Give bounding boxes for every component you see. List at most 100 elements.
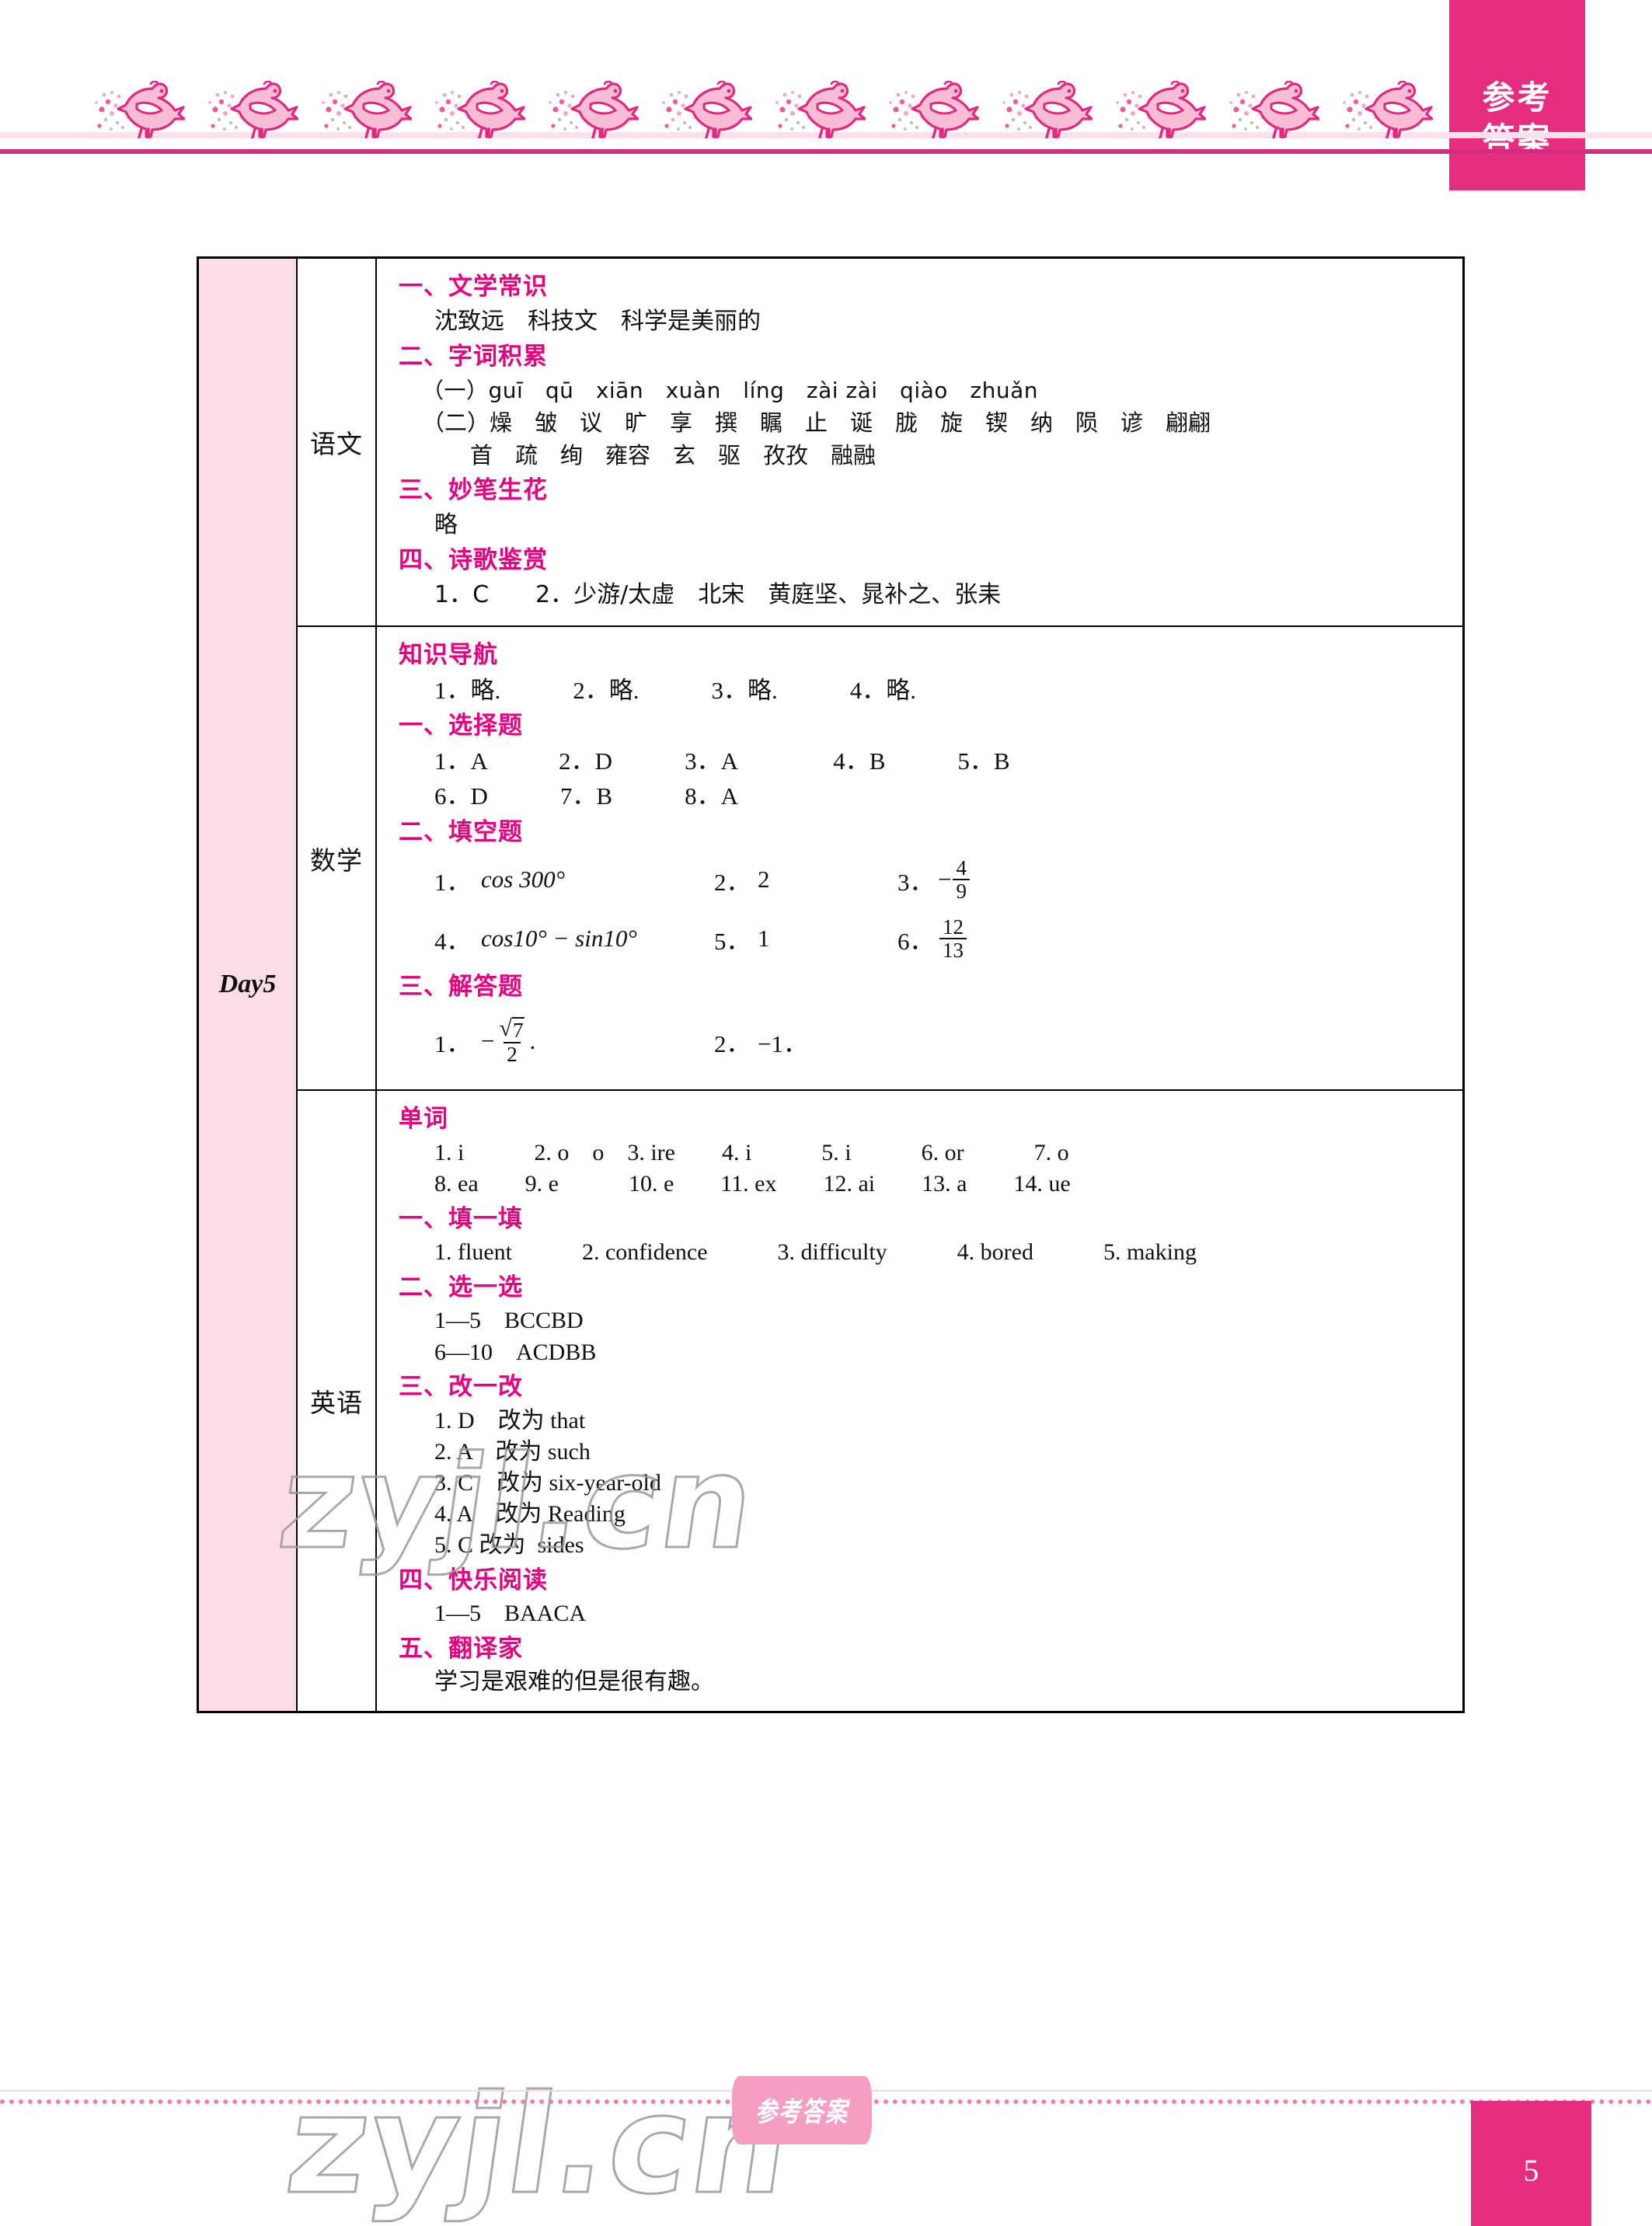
math-section-3-heading: 三、解答题 [399,973,523,1002]
bird-icon [93,61,207,138]
chinese-section-2-heading: 二、字词积累 [399,342,548,371]
footer-badge-label: 参考答案 [755,2095,849,2128]
chinese-pinyin-row: （一）guī qū xiān xuàn líng zài zài qiào zh… [399,375,1450,406]
fill-q3-label: 3． [897,868,934,896]
chinese-section-3-heading: 三、妙笔生花 [399,476,548,505]
reference-answer-tab: 参考 答案 [1449,0,1585,190]
math-fill-row-1: 1． cos 300° 2． 2 3． − 4 9 [399,850,1450,909]
math-nav-answer: 1．略. 2．略. 3．略. 4．略. [434,676,916,704]
bird-icon [434,61,547,138]
chinese-section-3-answer: 略 [434,510,458,538]
chinese-answers-cell: 一、文学常识 沈致远 科技文 科学是美丽的 二、字词积累 （一）guī qū x… [375,256,1465,627]
math-section-1-heading: 一、选择题 [399,711,523,740]
fill-q6-label: 6． [897,927,934,955]
fill-q4-value: cos10° − sin10° [481,925,637,953]
english-words-heading: 单词 [399,1105,448,1134]
table-row-english: 英语 单词 1. i 2. o o 3. ire 4. i 5. i 6. or… [198,1089,1465,1713]
english-section-5-answer: 学习是艰难的但是很有趣。 [434,1669,714,1695]
bird-icon [774,61,887,138]
solve-q2-label: 2． [714,1029,751,1057]
bird-icon [1228,61,1341,138]
english-correction-row: 5. C 改为 sides [434,1532,584,1559]
english-answers-cell: 单词 1. i 2. o o 3. ire 4. i 5. i 6. or 7.… [375,1089,1465,1713]
bird-pattern [93,61,1461,138]
fill-q2-label: 2． [714,868,751,896]
solve-q1-period: . [529,1027,536,1055]
radicand: 7 [511,1016,525,1042]
fraction-numerator: √ 7 [496,1015,528,1043]
english-section-4-answer: 1—5 BAACA [434,1601,587,1627]
fill-q1-label: 1． [434,868,471,896]
footer-badge: 参考答案 [732,2076,872,2144]
header-decorative-band [0,81,1652,160]
fill-q5-label: 5． [714,927,751,955]
fill-q3-value: − 4 9 [938,857,971,903]
table-row-math: 数学 知识导航 1．略. 2．略. 3．略. 4．略. 一、选择题 1．A 2．… [198,625,1465,1092]
english-section-5-heading: 五、翻译家 [399,1634,523,1663]
english-section-1-answer: 1. fluent 2. confidence 3. difficulty 4.… [434,1239,1197,1266]
solve-q2-value: −1． [758,1029,807,1057]
english-correction-row: 3. C 改为 six-year-old [434,1469,661,1496]
solve-q1-label: 1． [434,1029,471,1057]
math-fill-row-2: 4． cos10° − sin10° 5． 1 6． 12 13 [399,909,1450,968]
subject-cell-chinese: 语文 [296,256,377,627]
math-choice-row-1: 1．A 2．D 3．A 4．B 5．B [434,747,1010,775]
bird-icon [207,61,320,138]
fill-q4-label: 4． [434,927,471,955]
english-correction-row: 2. A 改为 such [434,1438,591,1465]
table-row-chinese: Day5 语文 一、文学常识 沈致远 科技文 科学是美丽的 二、字词积累 （一）… [197,256,1465,1713]
math-answers-cell: 知识导航 1．略. 2．略. 3．略. 4．略. 一、选择题 1．A 2．D 3… [375,625,1465,1092]
bird-icon [1001,61,1114,138]
fraction-denominator: 2 [504,1042,521,1066]
english-correction-row: 1. D 改为 that [434,1407,586,1433]
fraction-denominator: 13 [939,938,967,962]
solve-q1-value: − √ 7 2 . [481,1015,714,1066]
bird-icon [887,61,1001,138]
page-number: 5 [1523,2153,1539,2188]
day-cell: Day5 [197,256,298,1713]
fraction-numerator: 4 [956,856,967,880]
english-section-2-heading: 二、选一选 [399,1273,523,1301]
english-section-2-row-1: 1—5 BCCBD [434,1308,584,1334]
fill-q6-value: 12 13 [938,916,968,962]
english-words-row-1: 1. i 2. o o 3. ire 4. i 5. i 6. or 7. o [434,1140,1069,1166]
fraction-12-over-13: 12 13 [939,916,967,962]
header-rule-magenta [0,149,1652,154]
subject-cell-math: 数学 [296,625,377,1092]
chinese-hanzi-row-1: （二）燥 皱 议 旷 享 撰 瞩 止 诞 胧 旋 锲 纳 陨 谚 翩翩 [399,407,1450,439]
math-section-2-heading: 二、填空题 [399,817,523,846]
english-section-1-heading: 一、填一填 [399,1204,523,1233]
solve-q1-sign: − [481,1027,495,1055]
math-solve-row-1: 1． − √ 7 2 . 2． −1． [399,1005,1450,1077]
english-section-2-row-2: 6—10 ACDBB [434,1339,597,1365]
subject-cell-english: 英语 [296,1089,377,1713]
fill-q3-sign: − [938,866,952,894]
english-words-row-2: 8. ea 9. e 10. e 11. ex 12. ai 13. a 14.… [434,1171,1071,1197]
subject-label-english: 英语 [310,1387,363,1418]
chinese-section-4-answer: 1．C 2．少游/太虚 北宋 黄庭坚、晁补之、张耒 [434,580,1002,608]
square-root-expression: √ 7 [499,1015,525,1043]
bird-icon [1114,61,1228,138]
subject-label-chinese: 语文 [310,428,363,459]
bird-icon [1341,61,1455,138]
pinyin-values: guī qū xiān xuàn líng zài zài qiào zhuǎn [488,377,1038,403]
english-correction-row: 4. A 改为 Reading [434,1501,626,1528]
hanzi-values-1: 燥 皱 议 旷 享 撰 瞩 止 诞 胧 旋 锲 纳 陨 谚 翩翩 [490,409,1211,436]
radical-icon: √ [499,1015,512,1041]
chinese-section-4-heading: 四、诗歌鉴赏 [399,545,548,574]
english-section-3-heading: 三、改一改 [399,1372,523,1401]
bird-icon [660,61,774,138]
day-label: Day5 [218,970,277,999]
pinyin-prefix: （一） [422,377,489,403]
fill-q2-value: 2 [758,866,770,894]
math-choice-row-2: 6．D 7．B 8．A [434,782,738,810]
fill-q1-value: cos 300° [481,866,565,894]
english-section-4-heading: 四、快乐阅读 [399,1566,548,1594]
subject-label-math: 数学 [310,845,363,876]
chinese-hanzi-row-2: 首 疏 绚 雍容 玄 驱 孜孜 融融 [470,442,877,469]
math-nav-heading: 知识导航 [399,640,498,669]
fraction-numerator: 12 [943,915,964,939]
bird-icon [547,61,660,138]
bird-icon [320,61,434,138]
hanzi-prefix: （二） [422,409,490,436]
